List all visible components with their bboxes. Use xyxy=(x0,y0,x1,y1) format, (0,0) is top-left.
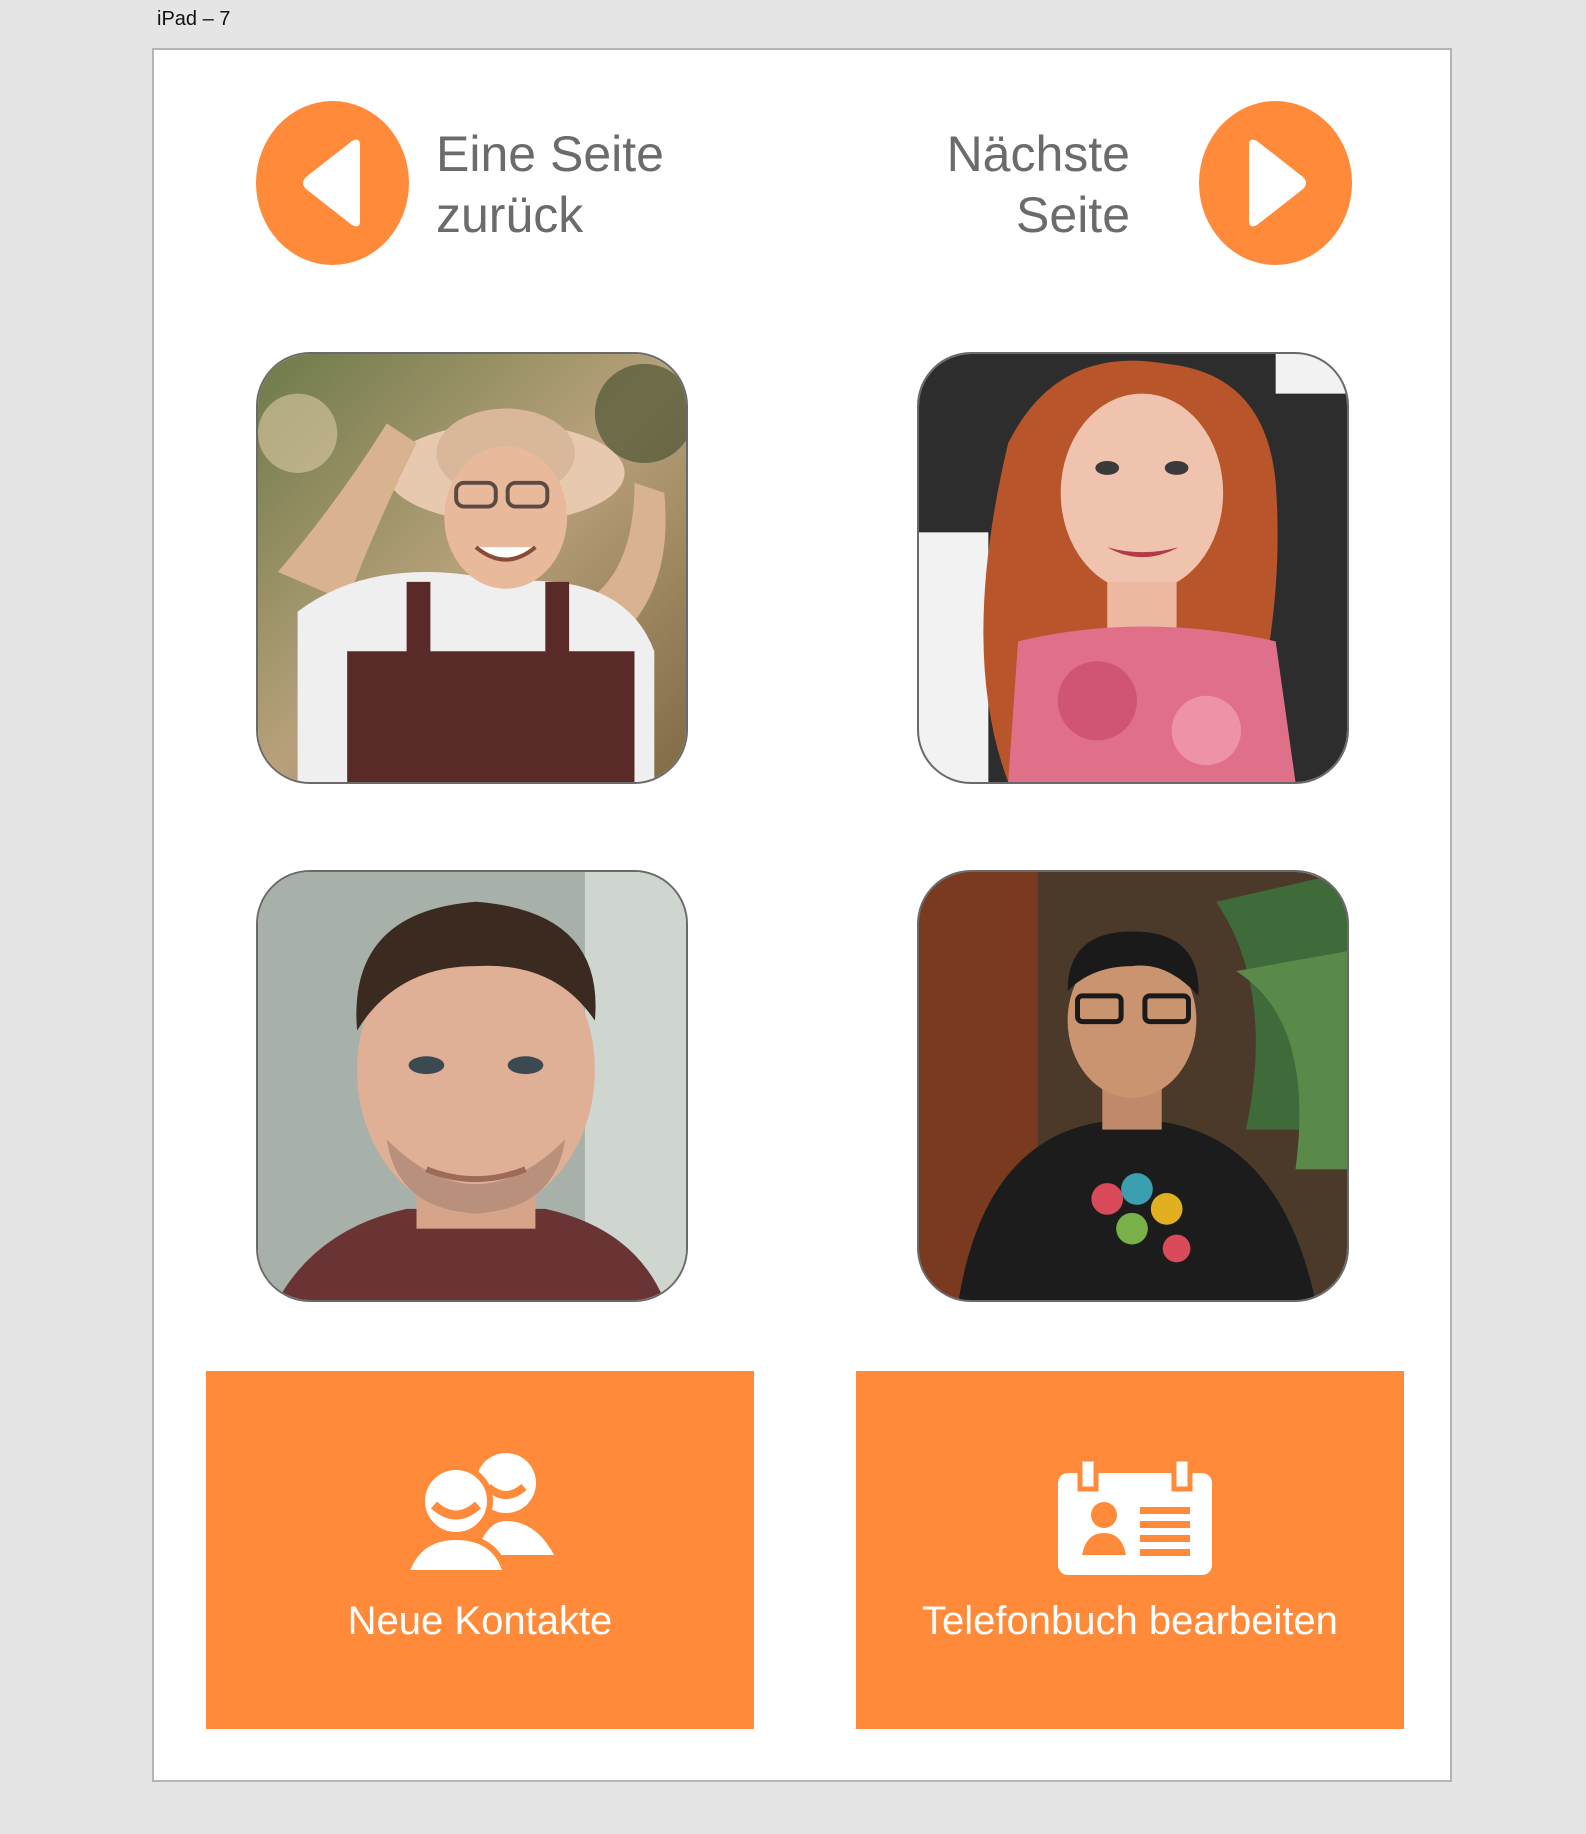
contact-photo-1[interactable] xyxy=(256,352,688,784)
people-icon xyxy=(406,1453,554,1575)
back-label-line1: Eine Seite xyxy=(436,126,664,182)
id-card-icon xyxy=(1058,1459,1212,1575)
back-label-line2: zurück xyxy=(436,187,584,243)
contact-photo-4[interactable] xyxy=(917,870,1349,1302)
next-label[interactable]: Nächste Seite xyxy=(947,124,1130,246)
ipad-artboard: Eine Seite zurück Nächste Seite Neue Kon… xyxy=(152,48,1452,1782)
artboard-title: iPad – 7 xyxy=(157,8,231,30)
contact-photo-2[interactable] xyxy=(917,352,1349,784)
edit-phonebook-label: Telefonbuch bearbeiten xyxy=(922,1599,1338,1643)
contact-photo-3[interactable] xyxy=(256,870,688,1302)
next-button[interactable] xyxy=(1199,101,1352,265)
elderly-woman-photo xyxy=(258,354,686,782)
back-label[interactable]: Eine Seite zurück xyxy=(436,124,664,246)
young-man-photo xyxy=(919,872,1347,1300)
new-contacts-button[interactable]: Neue Kontakte xyxy=(206,1371,754,1729)
arrow-left-icon xyxy=(302,139,360,227)
man-photo xyxy=(258,872,686,1300)
edit-phonebook-button[interactable]: Telefonbuch bearbeiten xyxy=(856,1371,1404,1729)
next-label-line2: Seite xyxy=(1016,187,1130,243)
back-button[interactable] xyxy=(256,101,409,265)
next-label-line1: Nächste xyxy=(946,126,1130,182)
new-contacts-label: Neue Kontakte xyxy=(347,1599,613,1643)
red-haired-woman-photo xyxy=(919,354,1347,782)
arrow-right-icon xyxy=(1248,139,1306,227)
